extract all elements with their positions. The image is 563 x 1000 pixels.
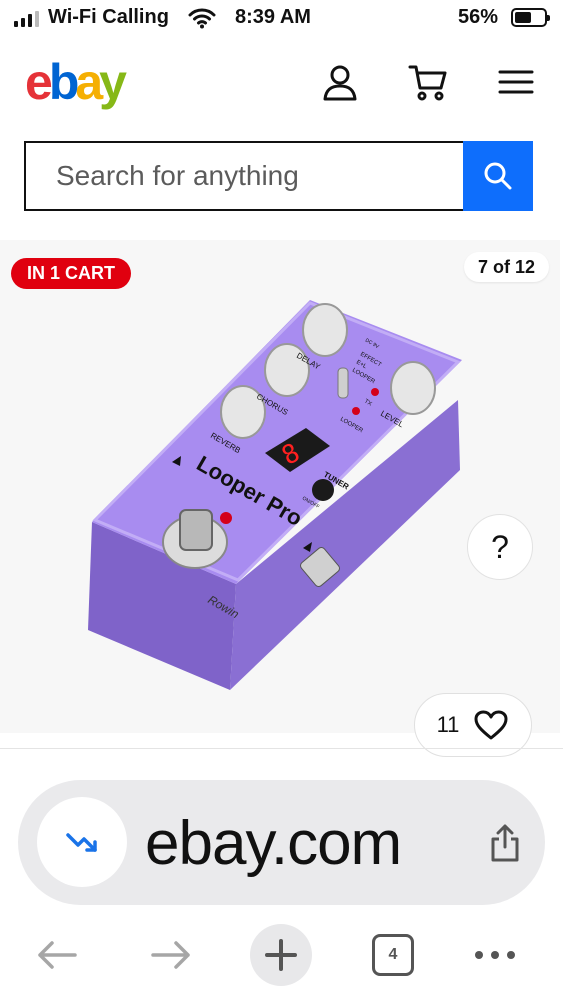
tab-count: 4 bbox=[372, 934, 414, 976]
battery-percent: 56% bbox=[458, 6, 499, 28]
site-settings-button[interactable] bbox=[37, 797, 127, 887]
menu-icon[interactable] bbox=[496, 62, 536, 102]
divider bbox=[0, 748, 563, 749]
cellular-signal-icon bbox=[14, 11, 39, 27]
search-button[interactable] bbox=[463, 141, 533, 211]
ebay-logo[interactable]: ebay bbox=[25, 52, 127, 112]
in-cart-badge: IN 1 CART bbox=[11, 258, 132, 289]
url-text[interactable]: ebay.com bbox=[145, 808, 402, 879]
wifi-icon bbox=[188, 8, 216, 29]
plus-icon bbox=[265, 939, 297, 971]
back-button[interactable] bbox=[32, 925, 82, 985]
trending-down-icon bbox=[66, 833, 97, 852]
logo-letter: b bbox=[48, 54, 79, 110]
image-counter: 7 of 12 bbox=[464, 252, 550, 282]
status-bar: Wi-Fi Calling 8:39 AM 56% bbox=[0, 0, 563, 36]
search-input[interactable] bbox=[24, 141, 463, 211]
watch-count: 11 bbox=[436, 712, 460, 737]
logo-letter: a bbox=[75, 54, 103, 110]
carrier-label: Wi-Fi Calling bbox=[48, 6, 169, 28]
logo-letter: y bbox=[99, 54, 127, 110]
heart-icon bbox=[474, 710, 508, 740]
search-bar bbox=[24, 141, 533, 211]
logo-letter: e bbox=[25, 54, 53, 110]
tabs-button[interactable]: 4 bbox=[371, 925, 415, 985]
search-icon bbox=[484, 162, 512, 190]
product-image-gallery[interactable]: 8 Looper Pro Rowin REVERB CHORUS DELAY L… bbox=[0, 240, 560, 733]
arrow-left-icon bbox=[38, 941, 77, 969]
share-icon[interactable] bbox=[488, 823, 522, 863]
product-image: 8 Looper Pro Rowin REVERB CHORUS DELAY L… bbox=[88, 300, 462, 690]
new-tab-button[interactable] bbox=[250, 924, 312, 986]
battery-icon bbox=[511, 8, 550, 27]
arrow-right-icon bbox=[151, 941, 190, 969]
more-button[interactable] bbox=[472, 925, 518, 985]
help-button[interactable]: ? bbox=[467, 514, 533, 580]
forward-button[interactable] bbox=[146, 925, 196, 985]
cart-icon[interactable] bbox=[408, 62, 448, 102]
more-icon bbox=[475, 951, 515, 959]
clock: 8:39 AM bbox=[235, 6, 311, 28]
user-icon[interactable] bbox=[320, 62, 360, 102]
